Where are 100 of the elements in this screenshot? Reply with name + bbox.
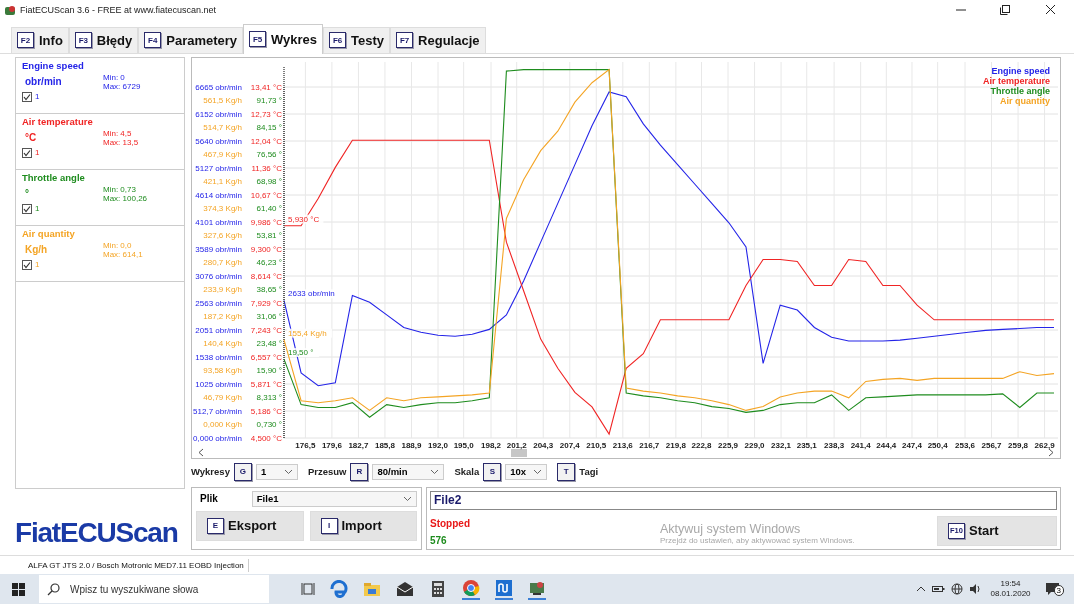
app-logo: FiatECUScan <box>15 516 179 549</box>
axis-label: 76,56 ° <box>256 149 282 159</box>
count-label: 1 <box>35 204 40 214</box>
tab[interactable]: F3 Błędy <box>68 26 139 53</box>
axis-label: 53,81 ° <box>256 230 282 240</box>
tab-label: Wykres <box>271 31 318 47</box>
axis-label: 46,23 ° <box>256 257 282 267</box>
toolbar-label: Skala <box>454 466 480 478</box>
axis-label: 46,79 Kg/h <box>203 392 242 402</box>
action-button[interactable]: I Import <box>309 510 417 541</box>
tick-label: 256,7 <box>981 440 1002 450</box>
axis-label: 91,73 ° <box>256 95 282 105</box>
tick-label: 250,4 <box>927 440 948 450</box>
clock-date: 08.01.2020 <box>990 589 1031 600</box>
tab[interactable]: F7 Regulacje <box>390 26 486 53</box>
dropdown[interactable]: 1 <box>255 463 298 480</box>
tick-label: 232,1 <box>771 440 792 450</box>
unit-label: ° <box>24 188 30 200</box>
action-button[interactable]: E Eksport <box>196 510 304 541</box>
axis-label: 12,73 °C <box>250 109 282 119</box>
axis-label: 8,313 ° <box>256 392 282 402</box>
parameter-name: Throttle angle <box>22 171 86 183</box>
axis-label: 374,3 Kg/h <box>203 203 242 213</box>
max-value: Max: 100,26 <box>103 193 148 203</box>
tick-label: 210,5 <box>586 440 607 450</box>
min-value: Min: 4,5 <box>103 128 133 138</box>
key-label: I <box>320 517 338 534</box>
tab[interactable]: F5 Wykres <box>243 23 324 54</box>
axis-label: 9,986 °C <box>250 217 282 227</box>
tick-label: 185,8 <box>374 440 395 450</box>
tick-label: 207,4 <box>559 440 580 450</box>
search-field[interactable]: Wpisz tu wyszukiwane słowa <box>39 575 269 604</box>
axis-label: 0,730 ° <box>256 419 282 429</box>
unit-label: obr/min <box>24 76 63 88</box>
axis-label: 2563 obr/min <box>195 298 242 308</box>
axis-label: 514,7 Kg/h <box>203 122 242 132</box>
clock[interactable]: 19:54 08.01.2020 <box>990 579 1031 600</box>
axis-label: 8,614 °C <box>250 271 282 281</box>
axis-label: 4614 obr/min <box>195 190 242 200</box>
axis-label: 140,4 Kg/h <box>203 338 242 348</box>
tab[interactable]: F2 Info <box>11 26 69 53</box>
tick-label: 219,8 <box>665 440 686 450</box>
tick-label: 201,2 <box>506 440 527 450</box>
axis-label: 1025 obr/min <box>195 379 242 389</box>
unit-label: °C <box>24 132 38 144</box>
axis-label: 84,15 ° <box>256 122 282 132</box>
legend-label: Throttle angle <box>990 85 1050 96</box>
axis-label: 187,2 Kg/h <box>203 311 242 321</box>
tick-label: 216,7 <box>639 440 660 450</box>
tick-label: 244,4 <box>876 440 897 450</box>
axis-label: 4,500 °C <box>250 433 282 443</box>
max-value: Max: 6729 <box>103 81 141 91</box>
activation-hint: Przejdź do ustawień, aby aktywować system Windows. <box>660 535 856 545</box>
file-name-field[interactable]: File2 <box>430 490 1057 510</box>
axis-label: 9,300 °C <box>250 244 282 254</box>
tick-label: 176,5 <box>295 440 316 450</box>
tick-label: 204,3 <box>533 440 554 450</box>
max-value: Max: 614,1 <box>103 249 143 259</box>
axis-label: 512,7 obr/min <box>193 406 242 416</box>
axis-label: 1538 obr/min <box>195 352 242 362</box>
tab-label: Parametery <box>166 32 238 48</box>
axis-label: 421,1 Kg/h <box>203 176 242 186</box>
key-label: G <box>233 462 252 481</box>
dropdown[interactable]: 80/min <box>372 463 445 480</box>
tab-label: Testy <box>351 32 385 48</box>
tick-label: 213,6 <box>612 440 633 450</box>
axis-label: 6665 obr/min <box>195 82 242 92</box>
axis-label: 15,90 ° <box>256 365 282 375</box>
dropdown[interactable]: File1 <box>251 490 417 507</box>
value-label: 19,50 ° <box>287 347 320 357</box>
tick-label: 253,6 <box>955 440 976 450</box>
axis-label: 467,9 Kg/h <box>203 149 242 159</box>
count-label: 1 <box>35 260 40 270</box>
axis-label: 2051 obr/min <box>195 325 242 335</box>
max-value: Max: 13,5 <box>103 137 139 147</box>
tab[interactable]: F6 Testy <box>323 26 391 53</box>
notification-badge: 3 <box>1053 585 1064 597</box>
value-label: 5,930 °C <box>287 214 324 224</box>
sample-count: 576 <box>430 534 448 546</box>
legend-label: Engine speed <box>991 65 1050 76</box>
tick-label: 225,9 <box>718 440 739 450</box>
key-label: F4 <box>144 32 162 49</box>
axis-label: 5127 obr/min <box>195 163 242 173</box>
tick-label: 262,9 <box>1034 440 1055 450</box>
tick-label: 229,0 <box>744 440 765 450</box>
axis-label: 23,48 ° <box>256 338 282 348</box>
key-label: F7 <box>396 32 414 49</box>
key-label: F3 <box>74 32 92 49</box>
tick-label: 195,0 <box>453 440 474 450</box>
key-label: F5 <box>249 31 267 48</box>
axis-label: 93,58 Kg/h <box>203 365 242 375</box>
axis-label: 0,000 obr/min <box>193 433 242 443</box>
tab[interactable]: F4 Parametery <box>138 26 244 53</box>
axis-label: 327,6 Kg/h <box>203 230 242 240</box>
dropdown[interactable]: 10x <box>505 463 548 480</box>
toolbar-label: Tagi <box>579 466 599 478</box>
tick-label: 179,6 <box>321 440 342 450</box>
axis-label: 38,65 ° <box>256 284 282 294</box>
annotation: 19,50 ° <box>288 347 314 357</box>
min-value: Min: 0,0 <box>103 240 133 250</box>
